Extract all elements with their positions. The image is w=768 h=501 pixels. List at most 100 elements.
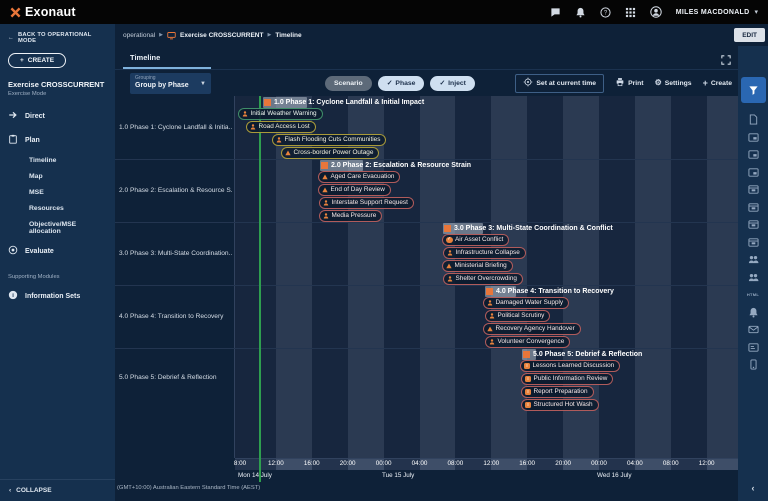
filter-pill-label: Scenario <box>334 80 363 87</box>
document-icon[interactable] <box>740 111 766 129</box>
tray-icon[interactable] <box>740 199 766 217</box>
breadcrumb-separator: ▶ <box>267 32 271 38</box>
inject-pill[interactable]: Shelter Overcrowding <box>443 273 523 285</box>
tray-icon[interactable] <box>740 181 766 199</box>
settings-button[interactable]: ⚙Settings <box>655 80 692 87</box>
phase-bar[interactable]: 5.0 Phase 5: Debrief & Reflection <box>522 349 642 360</box>
panel-icon[interactable] <box>740 164 766 182</box>
inject-pill[interactable]: Recovery Agency Handover <box>483 323 581 335</box>
timeline-chart[interactable]: 8:0012:0016:0020:0000:0004:0008:0012:001… <box>115 96 738 482</box>
user-name: MILES MACDONALD <box>676 9 750 16</box>
sidebar-collapse-button[interactable]: ‹ COLLAPSE <box>0 479 115 501</box>
bell-icon[interactable] <box>740 304 766 322</box>
phase-bar[interactable]: 2.0 Phase 2: Escalation & Resource Strai… <box>320 160 471 171</box>
inject-pill[interactable]: End of Day Review <box>318 184 391 196</box>
sidebar-item-label: Plan <box>25 137 40 144</box>
tab-timeline[interactable]: Timeline <box>130 46 160 69</box>
inject-label: Ministerial Briefing <box>455 262 507 269</box>
person-icon <box>323 200 329 206</box>
mail-icon[interactable] <box>740 321 766 339</box>
phase-bar[interactable]: 4.0 Phase 4: Transition to Recovery <box>485 286 614 297</box>
filter-pill-inject[interactable]: ✓Inject <box>430 76 474 91</box>
person-icon <box>487 300 493 306</box>
avatar-icon[interactable] <box>650 6 662 18</box>
inject-pill[interactable]: Flash Flooding Cuts Communities <box>272 134 386 146</box>
sidebar-item-direct[interactable]: Direct <box>0 104 115 128</box>
grouping-select[interactable]: Grouping Group by Phase ▼ <box>130 73 211 94</box>
tray-icon[interactable] <box>740 216 766 234</box>
inject-pill[interactable]: Aged Care Evacuation <box>318 171 400 183</box>
inject-pill[interactable]: Political Scrutiny <box>485 310 550 322</box>
filter-pill-phase[interactable]: ✓Phase <box>378 76 425 91</box>
supporting-modules-header: Supporting Modules <box>0 263 115 284</box>
panel-icon[interactable] <box>740 146 766 164</box>
create-button[interactable]: + CREATE <box>8 53 66 68</box>
sidebar-subitem-timeline[interactable]: Timeline <box>0 152 115 168</box>
inject-pill[interactable]: ≡Lessons Learned Discussion <box>520 360 620 372</box>
action-label: Set at current time <box>536 80 596 87</box>
group-icon[interactable] <box>740 269 766 287</box>
axis-tick-label: 04:00 <box>412 460 428 467</box>
sidebar-item-information-sets[interactable]: iInformation Sets <box>0 284 115 308</box>
badge-icon: ≡ <box>525 389 531 395</box>
inject-pill[interactable]: Ministerial Briefing <box>442 260 513 272</box>
sidebar-item-evaluate[interactable]: Evaluate <box>0 239 115 263</box>
tray-icon[interactable] <box>740 234 766 252</box>
print-button[interactable]: Print <box>615 77 643 89</box>
collapse-label: COLLAPSE <box>16 487 51 494</box>
sidebar-item-plan[interactable]: Plan <box>0 128 115 152</box>
inject-pill[interactable]: ≡Public Information Review <box>521 373 613 385</box>
phase-label: 2.0 Phase 2: Escalation & Resource Strai… <box>331 162 471 169</box>
monitor-icon <box>167 31 176 40</box>
html-icon[interactable]: HTML <box>740 286 766 304</box>
inject-label: Media Pressure <box>332 212 377 219</box>
phase-bar[interactable]: 3.0 Phase 3: Multi-State Coordination & … <box>443 223 613 234</box>
axis-tick-label: 16:00 <box>519 460 535 467</box>
sidebar-subitem-map[interactable]: Map <box>0 168 115 184</box>
axis-date-label: Tue 15 July <box>382 472 414 479</box>
set-at-current-time-button[interactable]: Set at current time <box>515 74 604 93</box>
create-button[interactable]: +Create <box>703 80 732 87</box>
sidebar-subitem-resources[interactable]: Resources <box>0 200 115 216</box>
sidebar-subitem-mse[interactable]: MSE <box>0 184 115 200</box>
inject-pill[interactable]: Interstate Support Request <box>319 197 414 209</box>
axis-tick-label: 20:00 <box>340 460 356 467</box>
back-label: BACK TO OPERATIONAL MODE <box>18 32 107 44</box>
target-icon <box>523 77 533 89</box>
group-icon[interactable] <box>740 251 766 269</box>
axis-date-label: Wed 16 July <box>597 472 632 479</box>
inject-pill[interactable]: Infrastructure Collapse <box>443 247 526 259</box>
chat-icon[interactable] <box>550 7 561 18</box>
card-icon[interactable] <box>740 339 766 357</box>
grid-stripe <box>635 96 671 458</box>
inject-pill[interactable]: ≡Structured Hot Wash <box>521 399 599 411</box>
sidebar: ← BACK TO OPERATIONAL MODE + CREATE Exer… <box>0 24 115 501</box>
inject-pill[interactable]: ✓Air Asset Conflict <box>442 234 509 246</box>
inject-pill[interactable]: Cross-border Power Outage <box>281 147 379 159</box>
fullscreen-icon[interactable] <box>721 52 731 70</box>
right-icon-rail: HTML ‹ <box>738 46 768 501</box>
user-menu[interactable]: MILES MACDONALD ▾ <box>676 8 758 16</box>
back-to-operational-mode[interactable]: ← BACK TO OPERATIONAL MODE <box>0 24 115 46</box>
filter-icon[interactable] <box>741 77 766 103</box>
sidebar-subitem-objective-mse-allocation[interactable]: Objective/MSE allocation <box>0 216 115 239</box>
inject-pill[interactable]: Damaged Water Supply <box>483 297 569 309</box>
phase-bar[interactable]: 1.0 Phase 1: Cyclone Landfall & Initial … <box>263 97 424 108</box>
print-icon <box>615 77 625 89</box>
apps-icon[interactable] <box>625 7 636 18</box>
inject-pill[interactable]: Initial Weather Warning <box>238 108 323 120</box>
inject-pill[interactable]: ≡Report Preparation <box>521 386 594 398</box>
inject-pill[interactable]: Volunteer Convergence <box>485 336 570 348</box>
breadcrumb-exercise[interactable]: Exercise CROSSCURRENT <box>180 32 263 39</box>
inject-label: Public Information Review <box>534 375 608 382</box>
edit-button[interactable]: EDIT <box>734 28 765 42</box>
device-icon[interactable] <box>740 356 766 374</box>
inject-pill[interactable]: Road Access Lost <box>246 121 316 133</box>
rail-collapse-button[interactable]: ‹ <box>752 483 755 493</box>
breadcrumb-operational[interactable]: operational <box>123 32 155 39</box>
inject-pill[interactable]: Media Pressure <box>319 210 382 222</box>
panel-icon[interactable] <box>740 129 766 147</box>
help-icon[interactable]: ? <box>600 7 611 18</box>
filter-pill-scenario[interactable]: Scenario <box>325 76 372 91</box>
bell-icon[interactable] <box>575 7 586 18</box>
